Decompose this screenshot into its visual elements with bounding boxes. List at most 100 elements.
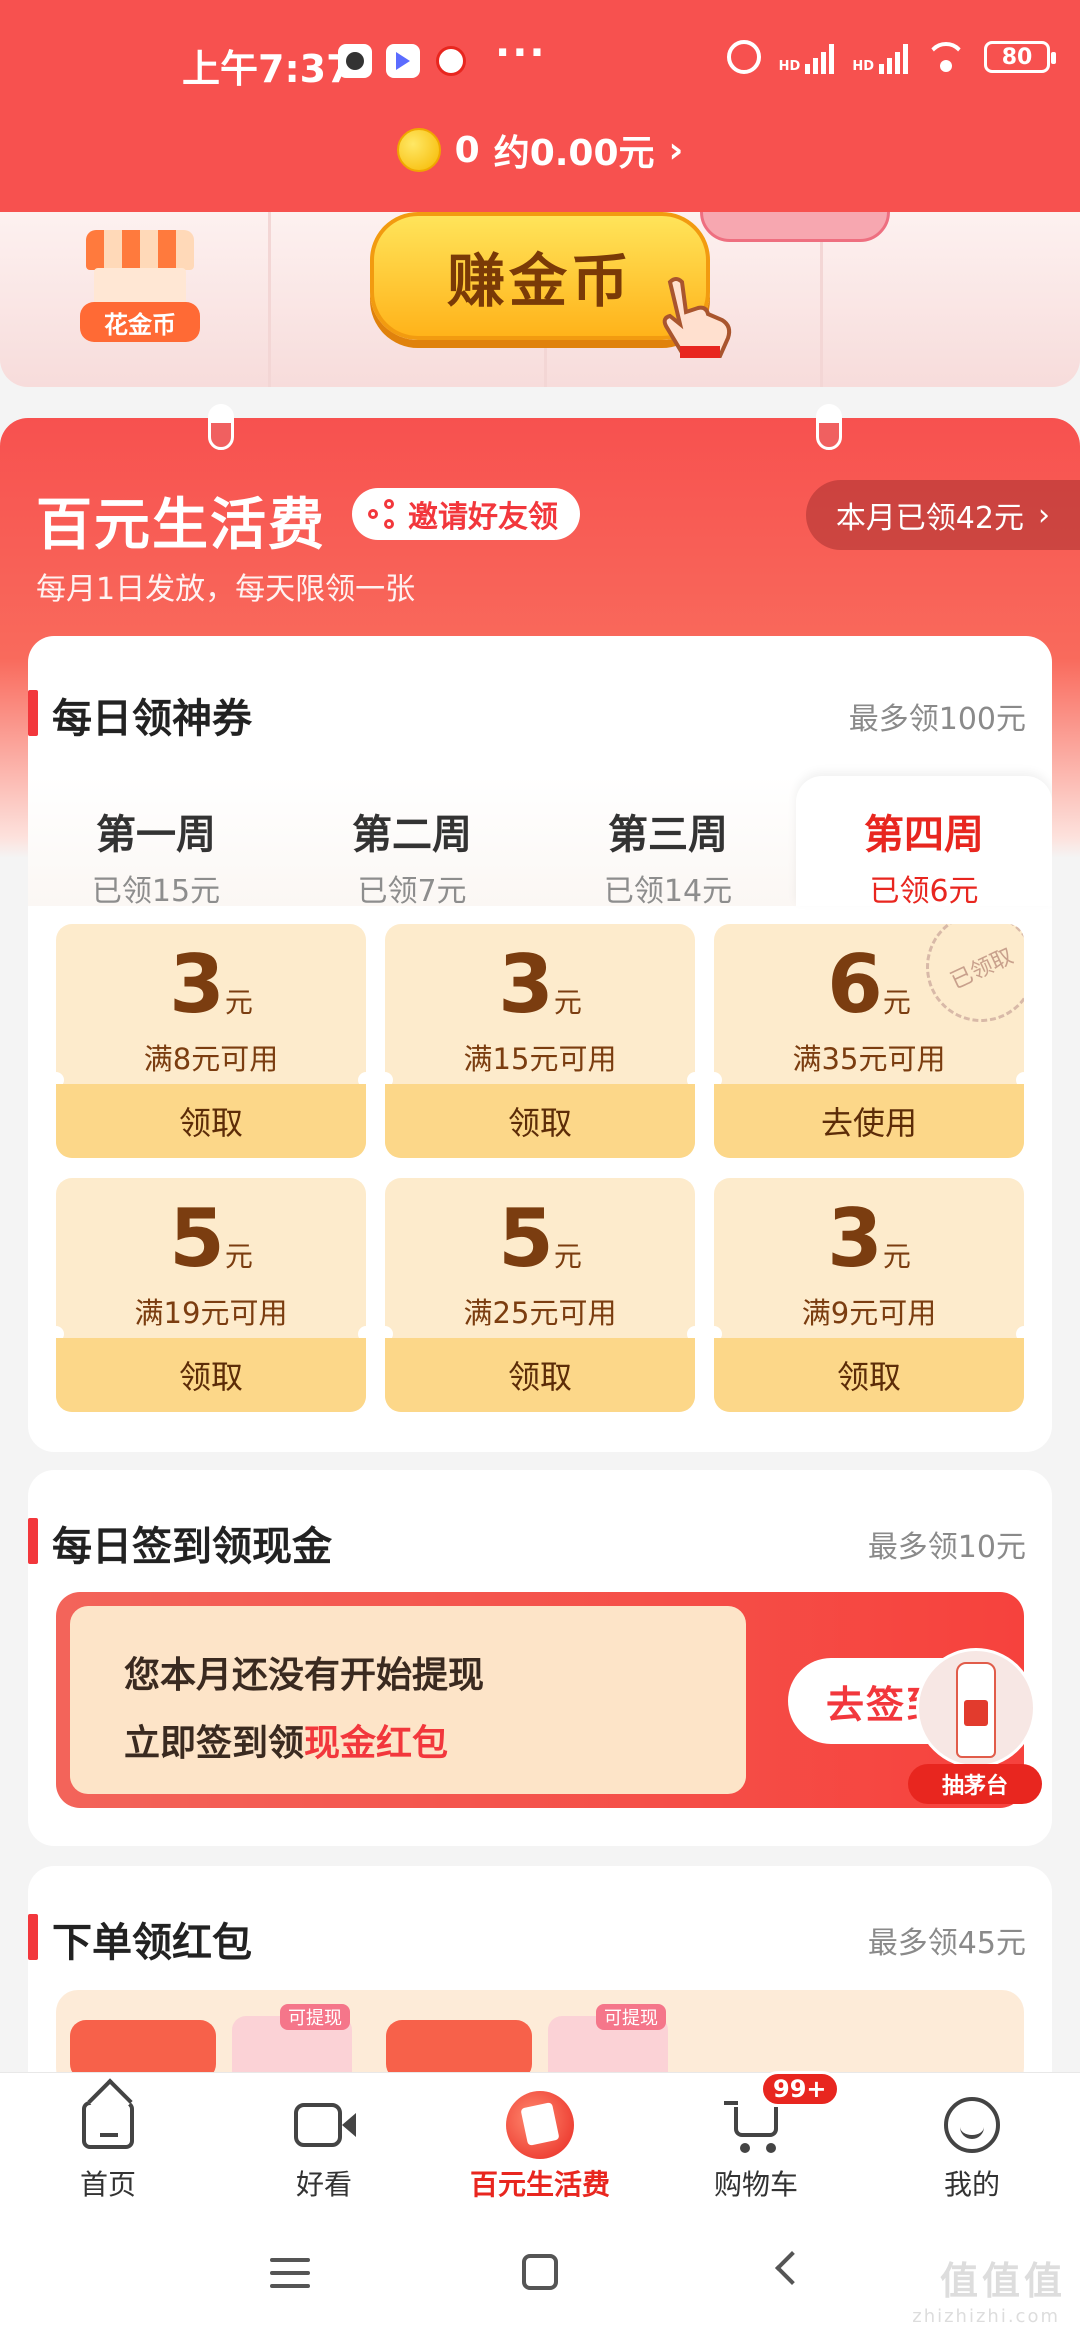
share-icon xyxy=(368,499,398,529)
coin-balance-link[interactable]: 0 约0.00元 › xyxy=(0,120,1080,180)
week-name: 第二周 xyxy=(352,812,472,858)
status-time: 上午7:37 xyxy=(182,47,353,91)
tab-week-4[interactable]: 第四周 已领6元 xyxy=(796,776,1052,909)
coupon: 5元 满25元可用 领取 xyxy=(385,1178,695,1412)
claim-coupon-button[interactable]: 领取 xyxy=(385,1338,695,1412)
claim-coupon-button[interactable]: 领取 xyxy=(714,1338,1024,1412)
notification-icons xyxy=(338,44,468,78)
use-coupon-button[interactable]: 去使用 xyxy=(714,1084,1024,1158)
home-button[interactable] xyxy=(522,2254,558,2290)
system-nav-bar: 值值值 zhizhizhi.com xyxy=(0,2210,1080,2340)
week-name: 第三周 xyxy=(608,812,728,858)
signal-1-icon: HD xyxy=(779,40,835,74)
daily-coupon-header: 每日领神券 最多领100元 xyxy=(28,686,1052,742)
recent-apps-button[interactable] xyxy=(270,2258,310,2288)
coupon-amount: 3元 xyxy=(56,938,366,1031)
coupon-condition: 满19元可用 xyxy=(134,1296,288,1330)
moutai-lottery-badge[interactable]: 抽茅台 xyxy=(908,1648,1042,1804)
coupon-value: 3 xyxy=(169,938,225,1031)
withdrawable-tag: 可提现 xyxy=(596,2004,666,2030)
tab-week-3[interactable]: 第三周 已领14元 xyxy=(540,776,796,909)
coupon-condition: 满35元可用 xyxy=(792,1042,946,1076)
daily-signin-header: 每日签到领现金 最多领10元 xyxy=(28,1514,1052,1570)
nav-label: 首页 xyxy=(79,2168,136,2201)
coupon-amount: 3元 xyxy=(385,938,695,1031)
month-claimed-link[interactable]: 本月已领42元 › xyxy=(805,480,1080,550)
moutai-lottery-label: 抽茅台 xyxy=(908,1764,1042,1804)
pointing-hand-icon xyxy=(662,277,732,358)
living-fee-subtitle: 每月1日发放，每天限领一张 xyxy=(36,572,416,607)
coupon: 3元 满15元可用 领取 xyxy=(385,924,695,1158)
daily-coupon-title: 每日领神券 xyxy=(52,696,252,742)
nav-label: 好看 xyxy=(295,2168,352,2201)
order-red-packet-max: 最多领45元 xyxy=(867,1926,1026,1961)
invite-friends-button[interactable]: 邀请好友领 xyxy=(352,488,580,540)
nav-living-fee[interactable]: 百元生活费 xyxy=(460,2091,620,2203)
nav-label: 我的 xyxy=(943,2168,1000,2201)
daily-coupon-card: 每日领神券 最多领100元 第一周 已领15元 第二周 已领7元 第三周 已领1… xyxy=(28,636,1052,1452)
coupon: 5元 满19元可用 领取 xyxy=(56,1178,366,1412)
coupon-amount: 5元 xyxy=(385,1192,695,1285)
daily-signin-title: 每日签到领现金 xyxy=(52,1524,332,1570)
claim-coupon-button[interactable]: 领取 xyxy=(56,1084,366,1158)
wifi-icon xyxy=(926,42,966,72)
coupon-condition: 满9元可用 xyxy=(801,1296,937,1330)
invite-label: 邀请好友领 xyxy=(408,500,558,535)
coupon-value: 3 xyxy=(498,938,554,1031)
week-name: 第四周 xyxy=(864,812,984,858)
nav-watch[interactable]: 好看 xyxy=(244,2093,404,2203)
coupon-unit: 元 xyxy=(882,1240,911,1273)
cart-icon: 99+ xyxy=(724,2071,840,2157)
title-accent-bar xyxy=(28,1914,38,1960)
claim-coupon-button[interactable]: 领取 xyxy=(385,1084,695,1158)
claim-coupon-button[interactable]: 领取 xyxy=(56,1338,366,1412)
signin-banner: 您本月还没有开始提现 立即签到领现金红包 去签到 抽茅台 xyxy=(56,1592,1042,1808)
coupon-value: 3 xyxy=(827,1192,883,1285)
coin-amount: 约0.00元 xyxy=(493,133,655,174)
daily-signin-card: 每日签到领现金 最多领10元 您本月还没有开始提现 立即签到领现金红包 去签到 … xyxy=(28,1470,1052,1846)
watermark-logo: 值值值 xyxy=(939,2259,1066,2303)
home-icon xyxy=(76,2093,140,2157)
signin-line-2: 立即签到领现金红包 xyxy=(124,1714,448,1766)
chevron-right-icon: › xyxy=(668,129,684,171)
coupon-value: 6 xyxy=(827,938,883,1031)
watermark-url: zhizhizhi.com xyxy=(912,2306,1060,2327)
coupon-unit: 元 xyxy=(553,1240,582,1273)
alarm-icon xyxy=(726,40,761,74)
pin-left-icon xyxy=(208,404,234,450)
order-reward-button[interactable] xyxy=(386,2020,532,2076)
living-fee-title: 百元生活费 xyxy=(36,493,326,558)
spend-coins-shop[interactable]: 花金币 xyxy=(80,220,200,342)
cart-count-badge: 99+ xyxy=(760,2071,840,2107)
coupon: 3元 满8元可用 领取 xyxy=(56,924,366,1158)
hd-label: HD xyxy=(852,59,874,74)
title-accent-bar xyxy=(28,690,38,736)
nav-home[interactable]: 首页 xyxy=(28,2093,188,2203)
tab-week-1[interactable]: 第一周 已领15元 xyxy=(28,776,284,909)
signal-2-icon: HD xyxy=(852,40,908,74)
shop-awning-icon xyxy=(86,230,194,270)
coupon: 3元 满9元可用 领取 xyxy=(714,1178,1024,1412)
back-button[interactable] xyxy=(775,2251,809,2285)
order-red-packet-title: 下单领红包 xyxy=(52,1920,252,1966)
basket-decoration xyxy=(700,212,890,242)
top-header: 上午7:37 ··· HD HD 80 0 约0.00元 › xyxy=(0,0,1080,212)
withdrawable-tag: 可提现 xyxy=(280,2004,350,2030)
coin-banner: 花金币 赚金币 xyxy=(0,212,1080,387)
battery-icon: 80 xyxy=(984,41,1056,73)
nav-cart[interactable]: 99+ 购物车 xyxy=(676,2071,840,2203)
coupon-condition: 满15元可用 xyxy=(463,1042,617,1076)
signin-line-1: 您本月还没有开始提现 xyxy=(124,1655,485,1696)
spend-coins-label: 花金币 xyxy=(80,302,200,342)
coupon-amount: 3元 xyxy=(714,1192,1024,1285)
coupon-value: 5 xyxy=(498,1192,554,1285)
status-bar: 上午7:37 ··· HD HD 80 xyxy=(0,0,1080,120)
tab-week-2[interactable]: 第二周 已领7元 xyxy=(284,776,540,909)
hd-label: HD xyxy=(778,59,801,74)
daily-signin-max: 最多领10元 xyxy=(867,1530,1026,1565)
more-notifications-icon: ··· xyxy=(495,30,547,76)
gold-coin-icon xyxy=(396,128,441,172)
order-reward-button[interactable] xyxy=(70,2020,216,2076)
nav-profile[interactable]: 我的 xyxy=(892,2093,1052,2203)
signin-note: 您本月还没有开始提现 立即签到领现金红包 xyxy=(70,1606,746,1794)
